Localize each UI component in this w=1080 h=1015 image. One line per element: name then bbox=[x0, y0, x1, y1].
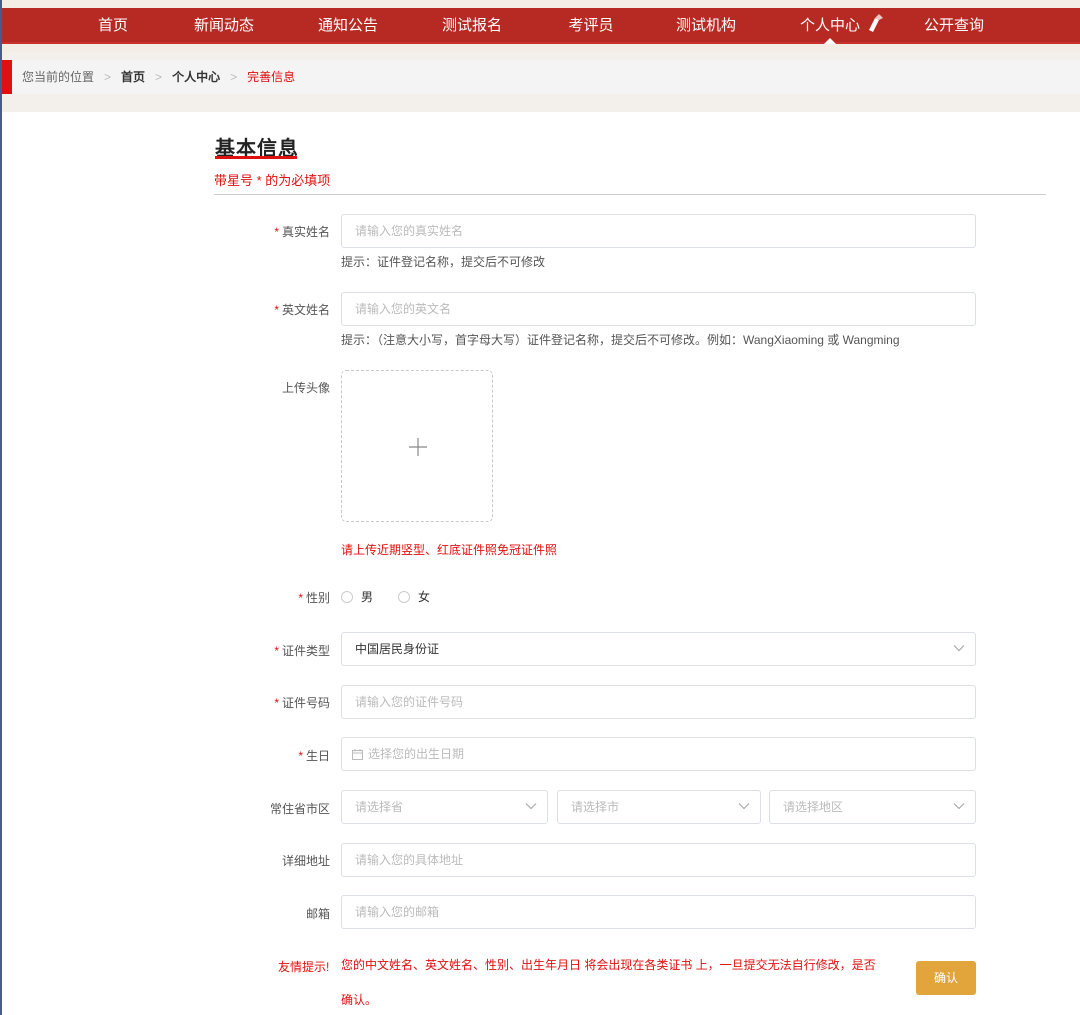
nav-item-public-query[interactable]: 公开查询 bbox=[918, 8, 990, 44]
chevron-right-icon: > bbox=[230, 70, 238, 84]
form-panel: 基本信息 带星号 * 的为必填项 *真实姓名 提示：证件登记名称，提交后不可修改… bbox=[2, 112, 1080, 1015]
breadcrumb-personal-center[interactable]: 个人中心 bbox=[172, 60, 220, 94]
chevron-down-icon bbox=[953, 803, 965, 810]
id-number-label: * 证件号码 bbox=[274, 696, 330, 710]
birthday-date-picker[interactable]: 选择您的出生日期 bbox=[341, 737, 976, 771]
gender-radio-female[interactable]: 女 bbox=[398, 589, 430, 605]
nav-item-test-orgs[interactable]: 测试机构 bbox=[670, 8, 742, 44]
birthday-label: * 生日 bbox=[298, 749, 330, 763]
gender-radio-male[interactable]: 男 bbox=[341, 589, 373, 605]
district-select[interactable]: 请选择地区 bbox=[769, 790, 976, 824]
avatar-label: 上传头像 bbox=[281, 381, 330, 395]
calendar-icon bbox=[352, 749, 363, 760]
english-name-input[interactable] bbox=[341, 292, 976, 326]
title-underline bbox=[215, 156, 297, 159]
id-type-value: 中国居民身份证 bbox=[355, 642, 440, 656]
real-name-input[interactable] bbox=[341, 214, 976, 248]
chevron-down-icon bbox=[525, 803, 537, 810]
section-divider bbox=[214, 194, 1046, 195]
plus-icon bbox=[409, 438, 427, 456]
english-name-hint: 提示：（注意大小写，首字母大写）证件登记名称，提交后不可修改。例如：WangXi… bbox=[341, 333, 900, 347]
nav-item-personal-center[interactable]: 个人中心 bbox=[794, 8, 866, 44]
district-placeholder: 请选择地区 bbox=[783, 800, 844, 814]
id-type-select[interactable]: 中国居民身份证 bbox=[341, 632, 976, 666]
radio-circle-icon bbox=[341, 591, 353, 603]
address-label: 详细地址 bbox=[281, 854, 330, 868]
region-label: 常住省市区 bbox=[269, 802, 330, 816]
breadcrumb-prefix: 您当前的位置 bbox=[22, 70, 95, 84]
city-placeholder: 请选择市 bbox=[571, 800, 620, 814]
english-name-label: * 英文姓名 bbox=[274, 303, 330, 317]
province-placeholder: 请选择省 bbox=[355, 800, 404, 814]
confirm-button[interactable]: 确认 bbox=[916, 961, 976, 995]
email-input[interactable] bbox=[341, 895, 976, 929]
address-input[interactable] bbox=[341, 843, 976, 877]
nav-item-evaluators[interactable]: 考评员 bbox=[560, 8, 622, 44]
nav-item-home[interactable]: 首页 bbox=[82, 8, 144, 44]
nav-item-test-signup[interactable]: 测试报名 bbox=[436, 8, 508, 44]
id-type-label: * 证件类型 bbox=[274, 644, 330, 658]
required-note: 带星号 * 的为必填项 bbox=[214, 173, 331, 188]
province-select[interactable]: 请选择省 bbox=[341, 790, 548, 824]
window-edge bbox=[0, 0, 2, 1015]
warning-text: 您的中文姓名、英文姓名、性别、出生年月日 将会出现在各类证书 上，一旦提交无法自… bbox=[341, 958, 876, 1007]
real-name-hint: 提示：证件登记名称，提交后不可修改 bbox=[341, 255, 546, 269]
real-name-label: * 真实姓名 bbox=[274, 225, 330, 239]
nav-item-news[interactable]: 新闻动态 bbox=[188, 8, 260, 44]
chevron-down-icon bbox=[738, 803, 750, 810]
breadcrumb-home[interactable]: 首页 bbox=[121, 60, 145, 94]
chevron-right-icon: > bbox=[104, 70, 112, 84]
breadcrumb: 您当前的位置 > 首页 > 个人中心 > 完善信息 bbox=[2, 60, 1080, 94]
city-select[interactable]: 请选择市 bbox=[557, 790, 761, 824]
email-label: 邮箱 bbox=[305, 907, 330, 921]
avatar-note: 请上传近期竖型、红底证件照免冠证件照 bbox=[341, 543, 558, 557]
birthday-placeholder: 选择您的出生日期 bbox=[368, 747, 465, 761]
radio-circle-icon bbox=[398, 591, 410, 603]
main-nav: 首页 新闻动态 通知公告 测试报名 考评员 测试机构 个人中心 公开查询 bbox=[0, 8, 1080, 44]
avatar-upload[interactable] bbox=[341, 370, 493, 522]
id-number-input[interactable] bbox=[341, 685, 976, 719]
chevron-right-icon: > bbox=[155, 70, 163, 84]
gender-label: * 性别 bbox=[298, 591, 330, 605]
nav-item-notices[interactable]: 通知公告 bbox=[312, 8, 384, 44]
breadcrumb-current: 完善信息 bbox=[247, 70, 296, 84]
chevron-down-icon bbox=[953, 645, 965, 652]
pen-flag-icon bbox=[869, 14, 883, 32]
breadcrumb-accent bbox=[2, 60, 12, 94]
warning-label: 友情提示! bbox=[278, 960, 330, 974]
